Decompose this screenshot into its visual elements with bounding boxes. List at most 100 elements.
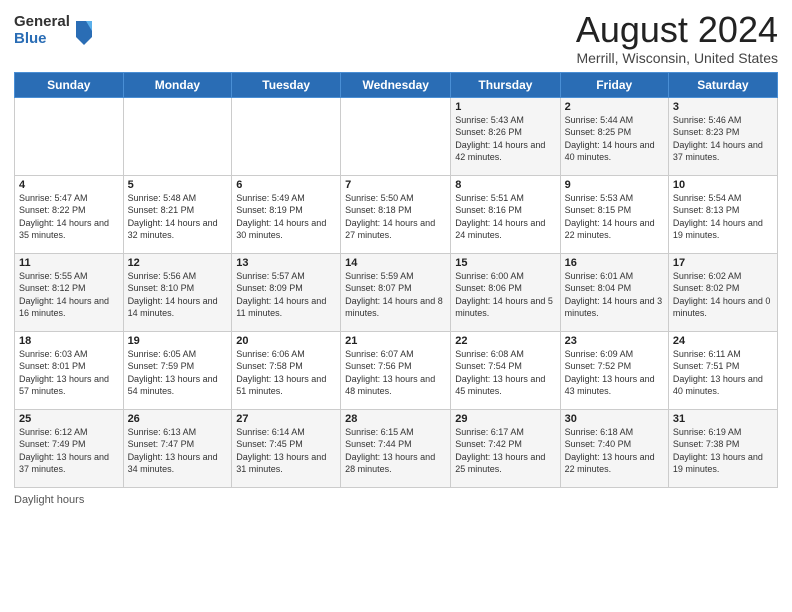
header: General Blue August 2024 Merrill, Wiscon… [14, 10, 778, 66]
calendar-cell: 11Sunrise: 5:55 AM Sunset: 8:12 PM Dayli… [15, 253, 124, 331]
day-info: Sunrise: 6:05 AM Sunset: 7:59 PM Dayligh… [128, 348, 228, 398]
day-number: 4 [19, 179, 119, 191]
day-number: 30 [565, 413, 664, 425]
calendar-cell: 27Sunrise: 6:14 AM Sunset: 7:45 PM Dayli… [232, 409, 341, 487]
day-number: 12 [128, 257, 228, 269]
day-info: Sunrise: 5:56 AM Sunset: 8:10 PM Dayligh… [128, 270, 228, 320]
day-number: 28 [345, 413, 446, 425]
day-number: 20 [236, 335, 336, 347]
calendar-cell [123, 97, 232, 175]
calendar-cell: 10Sunrise: 5:54 AM Sunset: 8:13 PM Dayli… [668, 175, 777, 253]
calendar-cell: 28Sunrise: 6:15 AM Sunset: 7:44 PM Dayli… [341, 409, 451, 487]
day-number: 9 [565, 179, 664, 191]
calendar-cell: 14Sunrise: 5:59 AM Sunset: 8:07 PM Dayli… [341, 253, 451, 331]
day-info: Sunrise: 6:02 AM Sunset: 8:02 PM Dayligh… [673, 270, 773, 320]
day-number: 26 [128, 413, 228, 425]
day-number: 19 [128, 335, 228, 347]
day-number: 31 [673, 413, 773, 425]
day-info: Sunrise: 6:13 AM Sunset: 7:47 PM Dayligh… [128, 426, 228, 476]
day-number: 22 [455, 335, 555, 347]
day-number: 21 [345, 335, 446, 347]
calendar-cell: 12Sunrise: 5:56 AM Sunset: 8:10 PM Dayli… [123, 253, 232, 331]
calendar-cell: 13Sunrise: 5:57 AM Sunset: 8:09 PM Dayli… [232, 253, 341, 331]
calendar-cell: 24Sunrise: 6:11 AM Sunset: 7:51 PM Dayli… [668, 331, 777, 409]
calendar-cell: 29Sunrise: 6:17 AM Sunset: 7:42 PM Dayli… [451, 409, 560, 487]
day-number: 23 [565, 335, 664, 347]
day-info: Sunrise: 6:11 AM Sunset: 7:51 PM Dayligh… [673, 348, 773, 398]
day-info: Sunrise: 6:03 AM Sunset: 8:01 PM Dayligh… [19, 348, 119, 398]
day-info: Sunrise: 6:19 AM Sunset: 7:38 PM Dayligh… [673, 426, 773, 476]
logo-area: General Blue [14, 10, 96, 47]
footer: Daylight hours [14, 494, 778, 506]
calendar-cell: 9Sunrise: 5:53 AM Sunset: 8:15 PM Daylig… [560, 175, 668, 253]
day-info: Sunrise: 5:53 AM Sunset: 8:15 PM Dayligh… [565, 192, 664, 242]
calendar-cell: 22Sunrise: 6:08 AM Sunset: 7:54 PM Dayli… [451, 331, 560, 409]
day-header-sunday: Sunday [15, 72, 124, 97]
calendar-cell: 3Sunrise: 5:46 AM Sunset: 8:23 PM Daylig… [668, 97, 777, 175]
day-number: 7 [345, 179, 446, 191]
day-number: 14 [345, 257, 446, 269]
day-header-saturday: Saturday [668, 72, 777, 97]
calendar-cell [15, 97, 124, 175]
calendar-cell: 23Sunrise: 6:09 AM Sunset: 7:52 PM Dayli… [560, 331, 668, 409]
calendar-cell [232, 97, 341, 175]
day-info: Sunrise: 5:57 AM Sunset: 8:09 PM Dayligh… [236, 270, 336, 320]
logo-blue: Blue [14, 31, 70, 48]
calendar-cell: 18Sunrise: 6:03 AM Sunset: 8:01 PM Dayli… [15, 331, 124, 409]
day-number: 10 [673, 179, 773, 191]
calendar-cell: 8Sunrise: 5:51 AM Sunset: 8:16 PM Daylig… [451, 175, 560, 253]
day-number: 6 [236, 179, 336, 191]
day-number: 18 [19, 335, 119, 347]
day-info: Sunrise: 6:12 AM Sunset: 7:49 PM Dayligh… [19, 426, 119, 476]
day-info: Sunrise: 6:14 AM Sunset: 7:45 PM Dayligh… [236, 426, 336, 476]
day-info: Sunrise: 5:48 AM Sunset: 8:21 PM Dayligh… [128, 192, 228, 242]
day-header-thursday: Thursday [451, 72, 560, 97]
calendar-cell: 5Sunrise: 5:48 AM Sunset: 8:21 PM Daylig… [123, 175, 232, 253]
calendar-header-row: SundayMondayTuesdayWednesdayThursdayFrid… [15, 72, 778, 97]
day-number: 1 [455, 101, 555, 113]
calendar-week-3: 11Sunrise: 5:55 AM Sunset: 8:12 PM Dayli… [15, 253, 778, 331]
day-number: 16 [565, 257, 664, 269]
day-info: Sunrise: 6:01 AM Sunset: 8:04 PM Dayligh… [565, 270, 664, 320]
day-number: 25 [19, 413, 119, 425]
day-header-wednesday: Wednesday [341, 72, 451, 97]
subtitle: Merrill, Wisconsin, United States [576, 50, 778, 66]
footer-text: Daylight hours [14, 494, 84, 506]
calendar-cell: 6Sunrise: 5:49 AM Sunset: 8:19 PM Daylig… [232, 175, 341, 253]
day-info: Sunrise: 5:47 AM Sunset: 8:22 PM Dayligh… [19, 192, 119, 242]
day-header-tuesday: Tuesday [232, 72, 341, 97]
calendar-cell: 26Sunrise: 6:13 AM Sunset: 7:47 PM Dayli… [123, 409, 232, 487]
day-number: 13 [236, 257, 336, 269]
day-info: Sunrise: 6:06 AM Sunset: 7:58 PM Dayligh… [236, 348, 336, 398]
day-info: Sunrise: 5:54 AM Sunset: 8:13 PM Dayligh… [673, 192, 773, 242]
logo-icon [72, 17, 96, 45]
day-number: 5 [128, 179, 228, 191]
day-number: 27 [236, 413, 336, 425]
day-info: Sunrise: 5:44 AM Sunset: 8:25 PM Dayligh… [565, 114, 664, 164]
day-info: Sunrise: 6:08 AM Sunset: 7:54 PM Dayligh… [455, 348, 555, 398]
logo-text: General Blue [14, 14, 70, 47]
day-number: 24 [673, 335, 773, 347]
day-header-friday: Friday [560, 72, 668, 97]
calendar-cell: 16Sunrise: 6:01 AM Sunset: 8:04 PM Dayli… [560, 253, 668, 331]
calendar-week-5: 25Sunrise: 6:12 AM Sunset: 7:49 PM Dayli… [15, 409, 778, 487]
day-info: Sunrise: 6:00 AM Sunset: 8:06 PM Dayligh… [455, 270, 555, 320]
calendar-cell: 4Sunrise: 5:47 AM Sunset: 8:22 PM Daylig… [15, 175, 124, 253]
day-info: Sunrise: 5:55 AM Sunset: 8:12 PM Dayligh… [19, 270, 119, 320]
day-info: Sunrise: 5:46 AM Sunset: 8:23 PM Dayligh… [673, 114, 773, 164]
day-number: 3 [673, 101, 773, 113]
logo-general: General [14, 14, 70, 31]
calendar-week-2: 4Sunrise: 5:47 AM Sunset: 8:22 PM Daylig… [15, 175, 778, 253]
calendar-cell: 15Sunrise: 6:00 AM Sunset: 8:06 PM Dayli… [451, 253, 560, 331]
calendar-table: SundayMondayTuesdayWednesdayThursdayFrid… [14, 72, 778, 488]
day-info: Sunrise: 5:43 AM Sunset: 8:26 PM Dayligh… [455, 114, 555, 164]
day-info: Sunrise: 6:07 AM Sunset: 7:56 PM Dayligh… [345, 348, 446, 398]
day-info: Sunrise: 6:15 AM Sunset: 7:44 PM Dayligh… [345, 426, 446, 476]
calendar-week-4: 18Sunrise: 6:03 AM Sunset: 8:01 PM Dayli… [15, 331, 778, 409]
day-number: 11 [19, 257, 119, 269]
day-info: Sunrise: 6:18 AM Sunset: 7:40 PM Dayligh… [565, 426, 664, 476]
calendar-cell [341, 97, 451, 175]
day-number: 15 [455, 257, 555, 269]
calendar-cell: 1Sunrise: 5:43 AM Sunset: 8:26 PM Daylig… [451, 97, 560, 175]
title-area: August 2024 Merrill, Wisconsin, United S… [576, 10, 778, 66]
